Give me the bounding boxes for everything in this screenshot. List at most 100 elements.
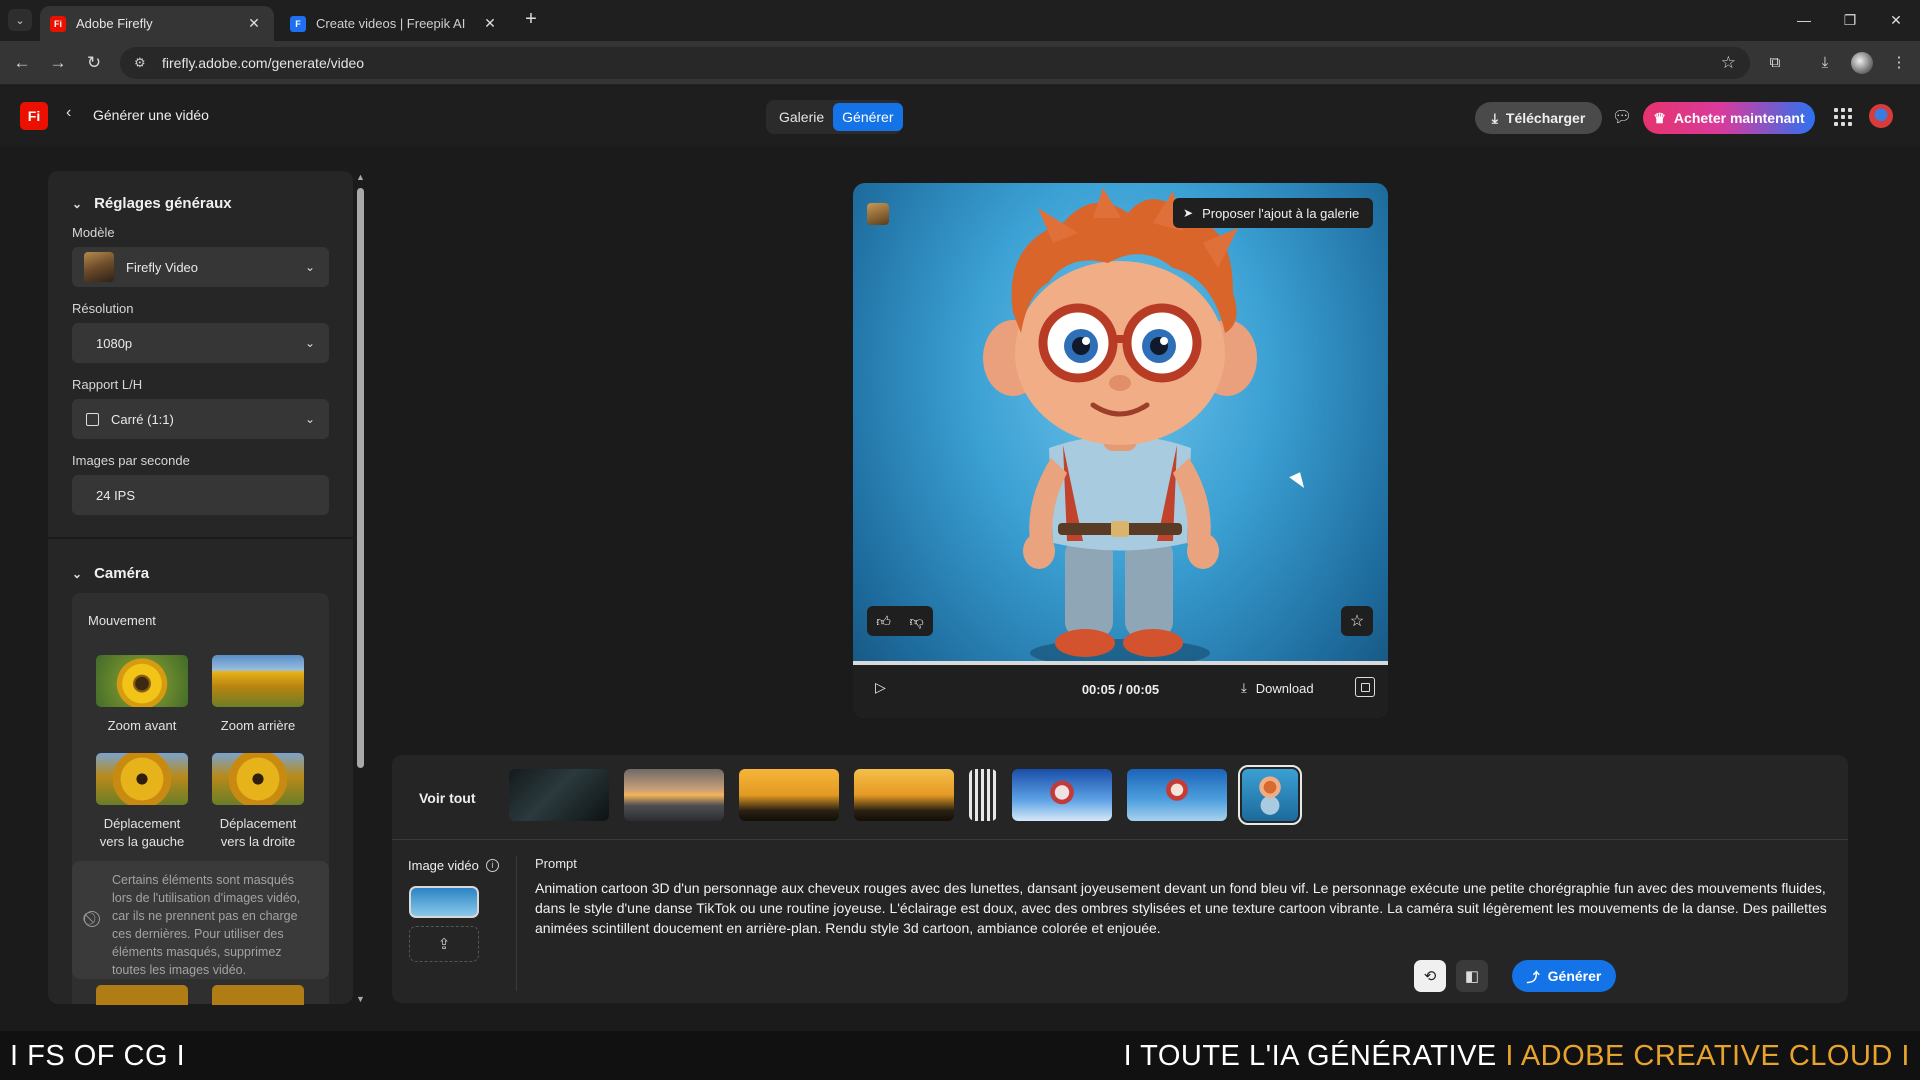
propose-to-gallery-button[interactable]: ➤ Proposer l'ajout à la galerie xyxy=(1173,198,1373,228)
favorite-star-icon[interactable]: ☆ xyxy=(1341,606,1373,636)
video-download-button[interactable]: ⤓ Download xyxy=(1241,680,1314,696)
tab-list-chevron-icon[interactable]: ⌄ xyxy=(8,9,32,31)
motion-pan-right[interactable]: Déplacement vers la droite xyxy=(212,753,304,851)
scroll-up-icon[interactable]: ▲ xyxy=(356,172,365,182)
scroll-down-icon[interactable]: ▼ xyxy=(356,994,365,1004)
ratio-select[interactable]: Carré (1:1) ⌄ xyxy=(72,399,329,439)
motion-preview-image xyxy=(96,655,188,707)
close-tab-icon[interactable]: ✕ xyxy=(482,15,498,32)
chevron-down-icon: ⌄ xyxy=(304,336,315,350)
motion-preview-image xyxy=(212,753,304,805)
motion-pan-left[interactable]: Déplacement vers la gauche xyxy=(96,753,188,851)
tab-generate[interactable]: Générer xyxy=(833,103,903,131)
thumb-silhouettes-2[interactable] xyxy=(854,769,954,821)
notice-text: Certains éléments sont masqués lors de l… xyxy=(112,873,301,977)
resolution-value: 1080p xyxy=(96,335,133,351)
resolution-label: Résolution xyxy=(72,301,134,316)
banner-right-orange: I ADOBE CREATIVE CLOUD I xyxy=(1505,1040,1910,1072)
playback-progress[interactable] xyxy=(853,661,1388,665)
thumb-silhouettes-1[interactable] xyxy=(739,769,839,821)
camera-header[interactable]: ⌄ Caméra xyxy=(72,565,149,582)
downloads-icon[interactable]: ⤓ xyxy=(1814,52,1836,74)
apps-grid-icon[interactable] xyxy=(1834,108,1852,126)
download-label: Télécharger xyxy=(1505,110,1586,126)
download-button[interactable]: ⤓ Télécharger xyxy=(1475,102,1602,134)
video-player[interactable]: ➤ Proposer l'ajout à la galerie 👍︎ 👎︎ ☆ … xyxy=(853,183,1388,718)
minimize-icon[interactable]: — xyxy=(1784,8,1824,32)
firefly-favicon-icon: Fi xyxy=(50,15,66,32)
chevron-down-icon: ⌄ xyxy=(72,196,83,211)
fullscreen-icon[interactable] xyxy=(1355,677,1375,697)
crown-icon: ♛ xyxy=(1653,109,1666,126)
buy-now-button[interactable]: ♛ Acheter maintenant xyxy=(1643,102,1815,134)
model-label: Modèle xyxy=(72,225,115,240)
general-settings-header[interactable]: ⌄ Réglages généraux xyxy=(72,195,232,212)
upload-image-icon[interactable]: ⇪ xyxy=(409,926,479,962)
settings-scrollbar[interactable]: ▲ ▼ xyxy=(354,172,366,1004)
view-switcher: Galerie Générer xyxy=(766,100,903,134)
history-icon[interactable]: ⟲ xyxy=(1414,960,1446,992)
banner-right-text: I TOUTE L'IA GÉNÉRATIVE I ADOBE CREATIVE… xyxy=(1124,1040,1910,1073)
thumb-cartoon-boy[interactable] xyxy=(1238,765,1302,825)
site-settings-icon[interactable]: ⚙ xyxy=(134,55,150,71)
scrollbar-thumb[interactable] xyxy=(357,188,364,768)
profile-avatar[interactable] xyxy=(1851,52,1873,74)
motion-label: Déplacement vers la droite xyxy=(219,816,297,849)
thumb-striped[interactable] xyxy=(969,769,997,821)
browser-menu-icon[interactable]: ⋮ xyxy=(1888,52,1910,74)
video-overlay-banner: I FS OF CG I I TOUTE L'IA GÉNÉRATIVE I A… xyxy=(0,1031,1920,1080)
reload-icon[interactable]: ↻ xyxy=(82,51,106,75)
model-value: Firefly Video xyxy=(126,259,199,275)
browser-tab-freepik[interactable]: F Create videos | Freepik AI ✕ xyxy=(280,6,510,41)
fps-field[interactable]: 24 IPS xyxy=(72,475,329,515)
motion-preview-image xyxy=(96,753,188,805)
resolution-select[interactable]: 1080p ⌄ xyxy=(72,323,329,363)
tab-gallery[interactable]: Galerie xyxy=(770,103,833,131)
prompt-input[interactable]: Animation cartoon 3D d'un personnage aux… xyxy=(535,878,1827,938)
motion-zoom-in[interactable]: Zoom avant xyxy=(96,655,188,735)
image-video-label: Image vidéo i xyxy=(408,858,499,873)
thumbs-down-icon[interactable]: 👎︎ xyxy=(909,613,923,630)
fps-value: 24 IPS xyxy=(96,487,136,503)
chevron-down-icon: ⌄ xyxy=(72,566,83,581)
section-divider xyxy=(48,537,353,539)
browser-toolbar: ← → ↻ ⚙ firefly.adobe.com/generate/video… xyxy=(0,41,1920,85)
back-icon[interactable]: ← xyxy=(10,51,34,75)
forward-icon[interactable]: → xyxy=(46,51,70,75)
thumb-sunset-beach[interactable] xyxy=(624,769,724,821)
section-title: Caméra xyxy=(94,565,150,582)
square-ratio-icon xyxy=(86,412,99,426)
motion-label: Zoom arrière xyxy=(220,718,296,733)
browser-tab-firefly[interactable]: Fi Adobe Firefly ✕ xyxy=(40,6,274,41)
thumbs-up-icon[interactable]: 👍︎ xyxy=(876,613,891,630)
see-all-link[interactable]: Voir tout xyxy=(419,790,476,806)
browser-tab-bar: ⌄ Fi Adobe Firefly ✕ F Create videos | F… xyxy=(0,0,1920,41)
restore-icon[interactable]: ❐ xyxy=(1830,8,1870,32)
generate-button[interactable]: ⤴ Générer xyxy=(1512,960,1616,992)
window-close-icon[interactable]: ✕ xyxy=(1876,8,1916,32)
image-video-thumbnail[interactable] xyxy=(409,886,479,918)
close-tab-icon[interactable]: ✕ xyxy=(246,15,262,32)
firefly-logo[interactable]: Fi xyxy=(20,102,48,130)
thumb-dark-water[interactable] xyxy=(509,769,609,821)
user-avatar[interactable] xyxy=(1869,104,1893,128)
bookmark-star-icon[interactable]: ☆ xyxy=(1721,53,1736,73)
back-chevron-icon[interactable]: ‹ xyxy=(66,104,71,122)
extensions-icon[interactable]: ⧉ xyxy=(1764,52,1786,74)
thumb-dancer-2[interactable] xyxy=(1127,769,1227,821)
banner-left-text: I FS OF CG I xyxy=(10,1040,186,1072)
thumb-dancer-1[interactable] xyxy=(1012,769,1112,821)
model-select[interactable]: Firefly Video ⌄ xyxy=(72,247,329,287)
ratio-label: Rapport L/H xyxy=(72,377,143,392)
section-title: Réglages généraux xyxy=(94,195,232,212)
new-tab-button[interactable]: + xyxy=(520,9,542,31)
generate-label: Générer xyxy=(1547,968,1602,984)
motion-label: Déplacement vers la gauche xyxy=(99,816,185,849)
chevron-down-icon: ⌄ xyxy=(304,260,315,274)
feedback-chat-icon[interactable]: 💬︎ xyxy=(1612,107,1632,127)
video-settings-icon[interactable]: ◧ xyxy=(1456,960,1488,992)
model-thumbnail xyxy=(84,252,114,282)
info-icon[interactable]: i xyxy=(485,859,499,872)
address-bar[interactable]: ⚙ firefly.adobe.com/generate/video ☆ xyxy=(120,47,1750,79)
motion-zoom-out[interactable]: Zoom arrière xyxy=(212,655,304,735)
